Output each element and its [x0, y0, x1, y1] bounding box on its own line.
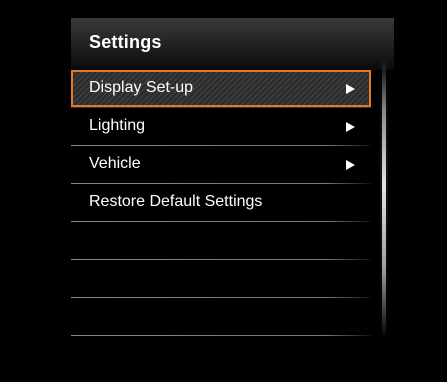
scrollbar-thumb[interactable]: [382, 60, 386, 338]
menu-item-label: Vehicle: [89, 155, 141, 172]
triangle-right-icon: [346, 84, 355, 94]
menu-item-empty: [71, 298, 371, 336]
menu-item-label: Display Set-up: [89, 79, 194, 96]
screen: Settings Display Set-up Lighting Vehicle…: [0, 0, 447, 382]
menu-item-label: Restore Default Settings: [89, 193, 263, 210]
settings-menu: Display Set-up Lighting Vehicle Restore …: [71, 70, 371, 336]
menu-item-vehicle[interactable]: Vehicle: [71, 146, 371, 184]
divider: [71, 335, 371, 336]
menu-item-display-setup[interactable]: Display Set-up: [71, 70, 371, 108]
menu-item-label: Lighting: [89, 117, 146, 134]
triangle-right-icon: [346, 160, 355, 170]
menu-item-empty: [71, 260, 371, 298]
triangle-right-icon: [346, 122, 355, 132]
settings-panel: Settings Display Set-up Lighting Vehicle…: [71, 18, 394, 344]
menu-item-empty: [71, 222, 371, 260]
menu-item-restore-defaults[interactable]: Restore Default Settings: [71, 184, 371, 222]
menu-item-lighting[interactable]: Lighting: [71, 108, 371, 146]
header: Settings: [71, 18, 394, 70]
page-title: Settings: [89, 32, 162, 52]
